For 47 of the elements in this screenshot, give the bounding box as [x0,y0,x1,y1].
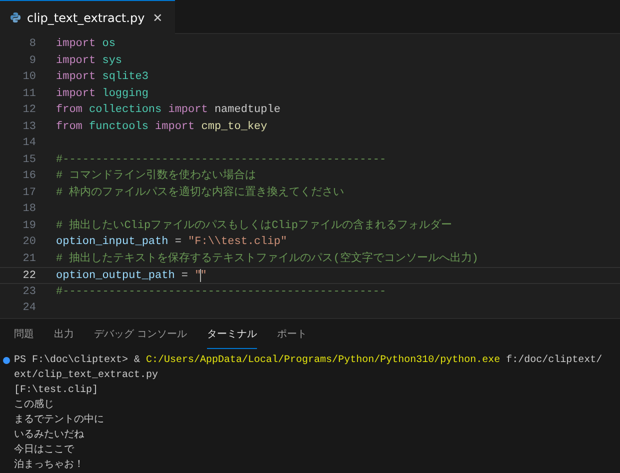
code-line: #------------------------------------------------- [56,152,386,168]
code-line: import os [56,37,116,52]
line-number: 15 [22,152,36,168]
line-number: 8 [28,37,36,52]
python-file-icon [10,12,21,23]
code-line: #------------------------------------------------- [56,284,386,300]
line-number: 12 [22,103,36,118]
close-button[interactable]: ✕ [150,8,165,26]
terminal-line: ext/clip_text_extract.py [14,370,158,381]
line-number: 13 [22,120,36,134]
code-line: import sys [56,54,122,68]
code-line: from functools import cmp_to_key [56,120,268,134]
panel-tab[interactable]: 出力 [54,319,74,349]
code-line: option_output_path = "" [56,268,207,282]
line-number: 11 [22,86,36,102]
line-number: 20 [22,235,36,250]
line-number: 14 [22,136,36,151]
panel-tab[interactable]: デバッグ コンソール [94,319,188,349]
panel-tab[interactable]: 問題 [14,319,34,349]
code-line: import sqlite3 [56,70,148,85]
terminal-line: 今日はここで [14,445,74,456]
line-number: 24 [22,301,36,316]
line-number: 9 [28,54,36,68]
line-number: 18 [22,202,36,217]
terminal-line: いるみたいだね [14,430,84,441]
line-number: 16 [22,169,36,184]
code-line: # 抽出したテキストを保存するテキストファイルのパス(空文字でコンソールへ出力) [56,250,478,266]
code-line: # コマンドライン引数を使わない場合は [56,168,256,184]
terminal-line: この感じ [14,400,54,411]
line-number: 17 [22,186,36,200]
line-number: 23 [22,284,36,300]
line-number: 21 [22,252,36,266]
code-line: # 抽出したいClipファイルのパスもしくはClipファイルの含まれるフォルダー [56,218,452,234]
line-number: 22 [22,269,36,282]
editor-tab[interactable]: clip_text_extract.py ✕ [0,0,175,34]
panel-tab[interactable]: ターミナル [207,319,258,349]
terminal-line: 泊まっちゃお！ [14,460,84,471]
terminal-line: [F:\test.clip] [14,385,98,396]
terminal-line: まるでテントの中に [14,415,104,426]
terminal-line: PS F:\doc\cliptext> & C:/Users/AppData/Local/Programs/Python/Python310/python.exe f:/doc/cliptext/ [14,355,602,366]
panel-tab[interactable]: ポート [277,319,308,349]
code-line: import logging [56,86,148,102]
line-number: 19 [22,218,36,234]
code-line: # 枠内のファイルパスを適切な内容に置き換えてください [56,184,344,200]
code-line: option_input_path = "F:\\test.clip" [56,235,288,250]
code-line: from collections import namedtuple [56,103,280,118]
line-number: 10 [22,70,36,85]
